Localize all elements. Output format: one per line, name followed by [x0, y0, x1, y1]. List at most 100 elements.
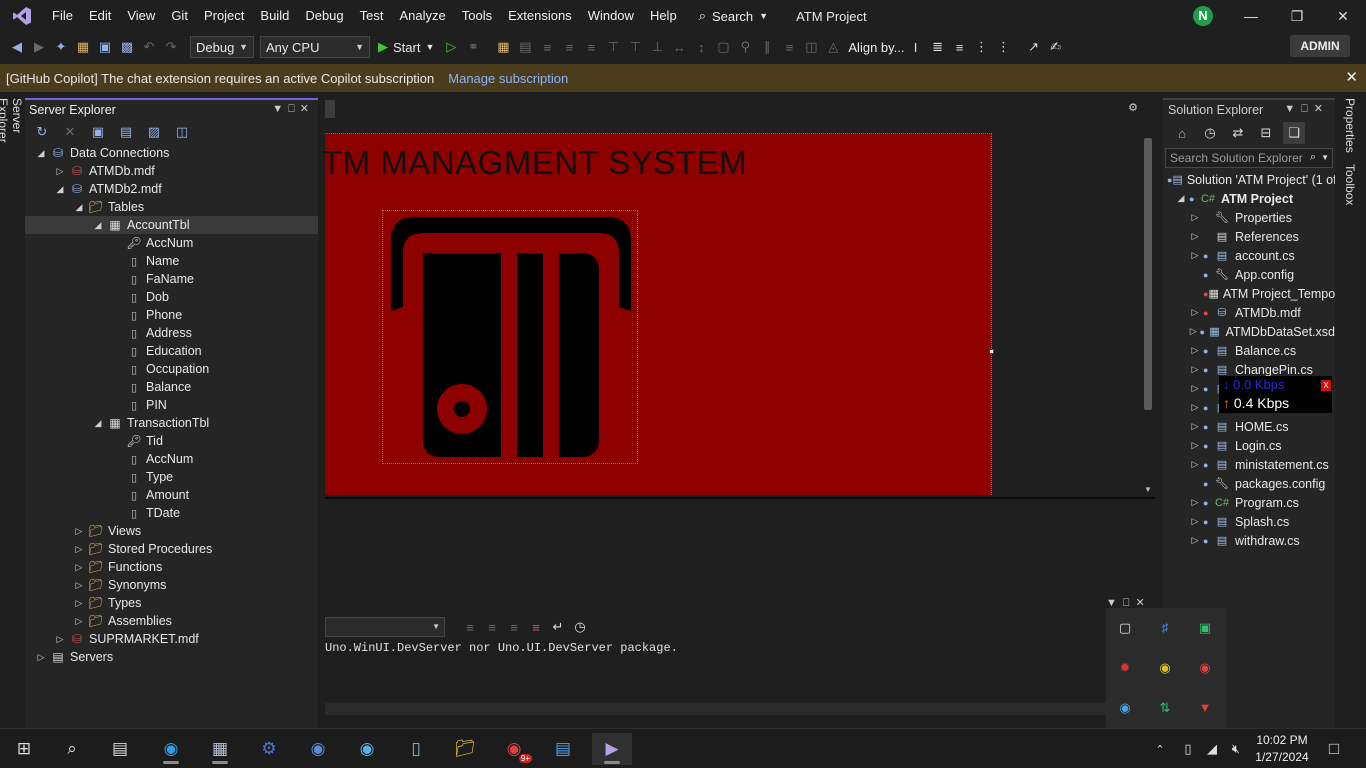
- menu-debug[interactable]: Debug: [297, 0, 351, 32]
- sol-item-properties[interactable]: ▷ 🔧︎ Properties: [1163, 208, 1335, 227]
- collapsed-arrow-icon[interactable]: ▷: [1187, 497, 1203, 508]
- align-lefts-icon[interactable]: ≡: [536, 36, 558, 58]
- undo-icon[interactable]: ↶: [138, 36, 160, 58]
- task-view-icon[interactable]: ▤: [100, 733, 140, 765]
- tray-app-icon[interactable]: ✹: [1117, 660, 1133, 676]
- close-icon[interactable]: ✕: [300, 103, 314, 115]
- windows-start-icon[interactable]: ⊞: [4, 733, 44, 765]
- pin-icon[interactable]: ⎕: [1301, 103, 1314, 115]
- collapsed-arrow-icon[interactable]: ▷: [71, 580, 87, 591]
- clear-all-icon[interactable]: ≡: [525, 616, 547, 638]
- collapsed-arrow-icon[interactable]: ▷: [52, 634, 68, 645]
- align-centers-icon[interactable]: ≡: [558, 36, 580, 58]
- sol-item-file[interactable]: ▷ ● ▤ Login.cs: [1163, 436, 1335, 455]
- collapsed-arrow-icon[interactable]: ▷: [1187, 231, 1203, 242]
- tree-item-column[interactable]: ▯ AccNum: [25, 450, 318, 468]
- tree-item-atmdb[interactable]: ▷ ⛁ ATMDb.mdf: [25, 162, 318, 180]
- collapsed-arrow-icon[interactable]: ▷: [1187, 421, 1203, 432]
- collapsed-arrow-icon[interactable]: ▷: [1187, 516, 1203, 527]
- properties-side-tab[interactable]: Properties: [1341, 98, 1357, 154]
- collapsed-arrow-icon[interactable]: ▷: [1187, 326, 1200, 337]
- connect-database-icon[interactable]: ▣: [87, 121, 109, 143]
- word-wrap-icon[interactable]: ↵: [547, 616, 569, 638]
- azure-icon[interactable]: ◫: [171, 121, 193, 143]
- collapsed-arrow-icon[interactable]: ▷: [52, 166, 68, 177]
- restore-button[interactable]: ❐: [1274, 0, 1320, 32]
- task-app-icon[interactable]: ⚙: [249, 733, 289, 765]
- collapsed-arrow-icon[interactable]: ▷: [1187, 250, 1203, 261]
- manage-subscription-link[interactable]: Manage subscription: [448, 71, 568, 86]
- close-icon[interactable]: X: [1321, 380, 1331, 391]
- timestamp-icon[interactable]: ◷: [569, 616, 591, 638]
- tree-item-column[interactable]: 🔑︎ Tid: [25, 432, 318, 450]
- sharepoint-icon[interactable]: ▨: [143, 121, 165, 143]
- collapsed-arrow-icon[interactable]: ▷: [71, 526, 87, 537]
- collapsed-arrow-icon[interactable]: ▷: [1187, 383, 1203, 394]
- expanded-arrow-icon[interactable]: ◢: [1173, 193, 1189, 204]
- sol-item-file[interactable]: ▷ ● ▤ account.cs: [1163, 246, 1335, 265]
- platform-select[interactable]: Any CPU ▼: [260, 36, 370, 58]
- battery-icon[interactable]: ▯: [1176, 733, 1200, 765]
- collapsed-arrow-icon[interactable]: ▷: [1187, 535, 1203, 546]
- atm-picturebox[interactable]: [382, 210, 638, 464]
- tab-options-icon[interactable]: ⚙: [1128, 101, 1138, 114]
- align-by-label[interactable]: Align by...: [848, 40, 904, 55]
- menu-view[interactable]: View: [119, 0, 163, 32]
- solution-search-input[interactable]: Search Solution Explorer ⌕ ▼: [1165, 148, 1333, 168]
- tree-item-column[interactable]: ▯ Education: [25, 342, 318, 360]
- sol-item-file[interactable]: ▷ ● ⛁ ATMDb.mdf: [1163, 303, 1335, 322]
- show-hidden-icons-icon[interactable]: ⌃: [1150, 733, 1170, 765]
- tree-item-servers[interactable]: ▷ ▤ Servers: [25, 648, 318, 666]
- sol-item-file[interactable]: ▷ ● ▦ ATMDbDataSet.xsd: [1163, 322, 1335, 341]
- save-icon[interactable]: ▣: [94, 36, 116, 58]
- bluetooth-icon[interactable]: ♯: [1157, 620, 1173, 636]
- tree-item-column[interactable]: ▯ Name: [25, 252, 318, 270]
- tree-item-views[interactable]: ▷ 📁︎ Views: [25, 522, 318, 540]
- home-icon[interactable]: ⌂: [1171, 122, 1193, 144]
- window-menu-icon[interactable]: ▼: [272, 103, 288, 115]
- notification-center-icon[interactable]: □: [1318, 733, 1350, 765]
- close-icon[interactable]: ✕: [1314, 103, 1329, 115]
- visual-studio-logo-icon[interactable]: [0, 0, 44, 32]
- tree-item-column[interactable]: ▯ FaName: [25, 270, 318, 288]
- wifi-icon[interactable]: ◢: [1200, 733, 1224, 765]
- qbittorrent-icon[interactable]: ◉: [298, 733, 338, 765]
- tree-item-transactiontbl[interactable]: ◢ ▦ TransactionTbl: [25, 414, 318, 432]
- tree-item-column[interactable]: ▯ PIN: [25, 396, 318, 414]
- distribute-vertical-icon[interactable]: ⋮: [993, 36, 1015, 58]
- redo-icon[interactable]: ↷: [160, 36, 182, 58]
- horizontal-spacing-icon[interactable]: ∥: [756, 36, 778, 58]
- find-message-icon[interactable]: ≡: [459, 616, 481, 638]
- tree-item-accounttbl[interactable]: ◢ ▦ AccountTbl: [25, 216, 318, 234]
- menu-git[interactable]: Git: [163, 0, 196, 32]
- collapsed-arrow-icon[interactable]: ▷: [1187, 402, 1203, 413]
- tree-item-functions[interactable]: ▷ 📁︎ Functions: [25, 558, 318, 576]
- tree-item-column[interactable]: 🔑︎ AccNum: [25, 234, 318, 252]
- tray-app-icon[interactable]: ▢: [1117, 620, 1133, 636]
- vertical-spacing-icon[interactable]: ≡: [778, 36, 800, 58]
- collapsed-arrow-icon[interactable]: ▷: [1187, 459, 1203, 470]
- document-tab[interactable]: [325, 100, 335, 118]
- volume-muted-icon[interactable]: 🔇︎: [1224, 733, 1248, 765]
- chrome-icon[interactable]: ◉ 9+: [494, 733, 534, 765]
- tree-item-suprmarket[interactable]: ▷ ⛁ SUPRMARKET.mdf: [25, 630, 318, 648]
- collapsed-arrow-icon[interactable]: ▷: [71, 598, 87, 609]
- scroll-down-icon[interactable]: ▼: [1144, 485, 1152, 494]
- server-explorer-side-tab[interactable]: Server Explorer: [0, 98, 24, 178]
- collapsed-arrow-icon[interactable]: ▷: [1187, 345, 1203, 356]
- refresh-icon[interactable]: ↻: [31, 121, 53, 143]
- tray-app-icon[interactable]: ▣: [1197, 620, 1213, 636]
- sync-icon[interactable]: ⇄: [1227, 122, 1249, 144]
- edge-browser-icon[interactable]: ◉: [151, 733, 191, 765]
- window-menu-icon[interactable]: ▼: [1284, 103, 1301, 115]
- align-bottoms-icon[interactable]: ⊥: [646, 36, 668, 58]
- tray-app-icon[interactable]: ⇅: [1157, 700, 1173, 716]
- search-icon[interactable]: ⌕: [52, 733, 92, 765]
- tray-app-icon[interactable]: ◉: [1197, 660, 1213, 676]
- next-message-icon[interactable]: ≡: [503, 616, 525, 638]
- resize-handle[interactable]: [989, 349, 994, 354]
- text-cursor-icon[interactable]: I: [905, 36, 927, 58]
- sol-item-file[interactable]: ●▦ATM Project_TemporaryKey.pfx: [1163, 284, 1335, 303]
- sol-item-file[interactable]: ▷ ● ▤ Balance.cs: [1163, 341, 1335, 360]
- make-same-width-icon[interactable]: ↔: [668, 36, 690, 58]
